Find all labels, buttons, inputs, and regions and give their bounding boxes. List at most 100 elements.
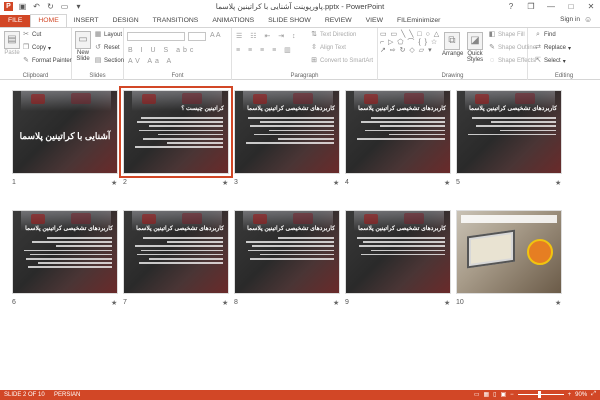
pen-icon: ✎ [489,44,495,51]
select-button[interactable]: ⇱ Select ▾ [534,57,566,65]
transition-star-icon[interactable]: ★ [444,299,450,307]
account-icon[interactable]: ☺ [584,15,594,25]
find-button[interactable]: ⌕ Find [534,31,556,39]
font-size-adjust-icon[interactable]: A A [210,32,221,39]
slide-thumbnail[interactable]: کاربردهای تشخیصی کراتینین پلاسما [123,210,229,294]
slide-thumbnail[interactable] [456,210,562,294]
slide-thumbnail[interactable]: کاربردهای تشخیصی کراتینین پلاسما [345,90,451,174]
zoom-slider-knob[interactable] [537,391,541,398]
text-line [500,129,556,132]
tab-review[interactable]: REVIEW [318,15,359,27]
text-line [254,133,334,136]
transition-star-icon[interactable]: ★ [111,179,117,187]
tab-design[interactable]: DESIGN [106,15,146,27]
font-color-buttons[interactable]: AV Aa A [128,58,174,65]
slide-thumbnail[interactable]: کاربردهای تشخیصی کراتینین پلاسما [456,90,562,174]
reset-label: Reset [104,45,120,51]
quick-styles-button[interactable]: ◪ Quick Styles [464,32,486,63]
text-line [30,253,112,256]
tab-slide-show[interactable]: SLIDE SHOW [261,15,318,27]
text-line [56,245,112,247]
section-button[interactable]: ▤ Section [94,57,124,65]
transition-star-icon[interactable]: ★ [222,299,228,307]
align-text-button[interactable]: ⇳ Align Text [310,44,346,52]
transition-star-icon[interactable]: ★ [222,179,228,187]
slide-thumbnail[interactable]: کاربردهای تشخیصی کراتینین پلاسما [12,210,118,294]
transition-star-icon[interactable]: ★ [333,179,339,187]
slide-title: کاربردهای تشخیصی کراتینین پلاسما [358,226,446,232]
language-status[interactable]: PERSIAN [54,392,80,398]
blood-tube-image [31,214,45,224]
help-icon[interactable]: ? [504,1,518,12]
text-line [476,125,556,127]
slide-thumbnail[interactable]: کاربردهای تشخیصی کراتینین پلاسما [234,210,340,294]
blood-tube-image [364,214,378,224]
tab-insert[interactable]: INSERT [67,15,106,27]
layout-button[interactable]: ▦ Layout [94,31,122,39]
text-line [389,133,445,136]
slide-title: کاربردهای تشخیصی کراتینین پلاسما [247,226,335,232]
slide-sorter: آشنایی با کراتینین پلاسما 1 ★ کراتینین چیست… [0,81,600,390]
slide-thumbnail[interactable]: کاربردهای تشخیصی کراتینین پلاسما [345,210,451,294]
laptop-screen [471,234,511,264]
cut-button[interactable]: ✂ Cut [22,31,41,39]
slide-thumbnail[interactable]: کراتینین چیست ؟ [119,86,233,178]
replace-button[interactable]: ⇄ Replace ▾ [534,44,571,52]
transition-star-icon[interactable]: ★ [333,299,339,307]
select-icon: ⇱ [535,57,541,64]
slide-number: 2 [123,179,127,186]
sign-in-link[interactable]: Sign in [560,16,580,23]
align-buttons[interactable]: ≡ ≡ ≡ ≡ ▥ [236,46,294,54]
reset-button[interactable]: ↺ Reset [94,44,120,52]
slide-sorter-view-icon[interactable]: ▦ [483,391,489,398]
text-line [26,257,112,260]
zoom-out-icon[interactable]: − [510,392,514,398]
text-direction-button[interactable]: ⇅ Text Direction [310,31,356,39]
zoom-in-icon[interactable]: + [568,392,572,398]
font-size-field[interactable] [188,32,206,41]
shapes-gallery[interactable]: ▭ ▭ ╲ ╲ □ ○ △ ⌐ ▷ ⬠ ⌒ { } ☆ ↗ ⇨ ↻ ◇ ▱ ▾ [380,31,442,63]
tab-fileminimizer[interactable]: FILEminimizer [390,15,447,27]
copy-button[interactable]: ❐ Copy ▾ [22,44,51,52]
transition-star-icon[interactable]: ★ [444,179,450,187]
paste-button[interactable]: ▤ Paste [3,31,21,56]
format-painter-button[interactable]: ✎ Format Painter [22,57,72,65]
fit-slide-icon[interactable]: ⤢ [591,391,596,398]
ribbon-display-icon[interactable]: ❐ [524,1,538,12]
tab-view[interactable]: VIEW [359,15,390,27]
slide-body-text [241,237,334,262]
minimize-icon[interactable]: — [544,1,558,12]
normal-view-icon[interactable]: ▭ [474,391,480,398]
zoom-slider[interactable] [517,391,564,398]
shape-fill-button[interactable]: ◧ Shape Fill [488,31,525,39]
transition-star-icon[interactable]: ★ [555,179,561,187]
transition-star-icon[interactable]: ★ [111,299,117,307]
slideshow-view-icon[interactable]: ▣ [500,391,506,398]
font-style-buttons[interactable]: B I U S abc [128,47,196,54]
convert-smartart-button[interactable]: ⊞ Convert to SmartArt [310,57,373,65]
tab-transitions[interactable]: TRANSITIONS [146,15,206,27]
text-line [245,142,334,144]
text-line [141,249,223,252]
slide-thumbnail[interactable]: آشنایی با کراتینین پلاسما [12,90,118,174]
text-line [365,129,445,132]
list-buttons[interactable]: ☰ ☷ ⇤ ⇥ ↕ [236,32,299,40]
slide-title: کاربردهای تشخیصی کراتینین پلاسما [358,106,446,112]
reading-view-icon[interactable]: ▯ [493,391,496,398]
tab-home[interactable]: HOME [30,14,67,27]
font-name-field[interactable] [127,32,185,41]
zoom-level[interactable]: 90% [575,392,587,398]
paragraph-group: ☰ ☷ ⇤ ⇥ ↕ ≡ ≡ ≡ ≡ ▥ ⇅ Text Direction ⇳ Ali… [232,28,378,80]
slide-thumbnail[interactable]: کاربردهای تشخیصی کراتینین پلاسما [234,90,340,174]
tab-animations[interactable]: ANIMATIONS [205,15,261,27]
tab-file[interactable]: FILE [0,15,31,27]
arrange-button[interactable]: ⧉ Arrange [442,32,463,57]
maximize-icon[interactable]: □ [564,1,578,12]
transition-star-icon[interactable]: ★ [555,299,561,307]
new-slide-button[interactable]: ▭ New Slide [74,31,92,62]
close-icon[interactable]: ✕ [584,1,598,12]
chevron-down-icon: ▾ [568,45,572,52]
blood-tube-image [475,94,489,104]
drawing-group-label: Drawing [441,73,464,79]
clipboard-group-label: Clipboard [22,73,49,79]
